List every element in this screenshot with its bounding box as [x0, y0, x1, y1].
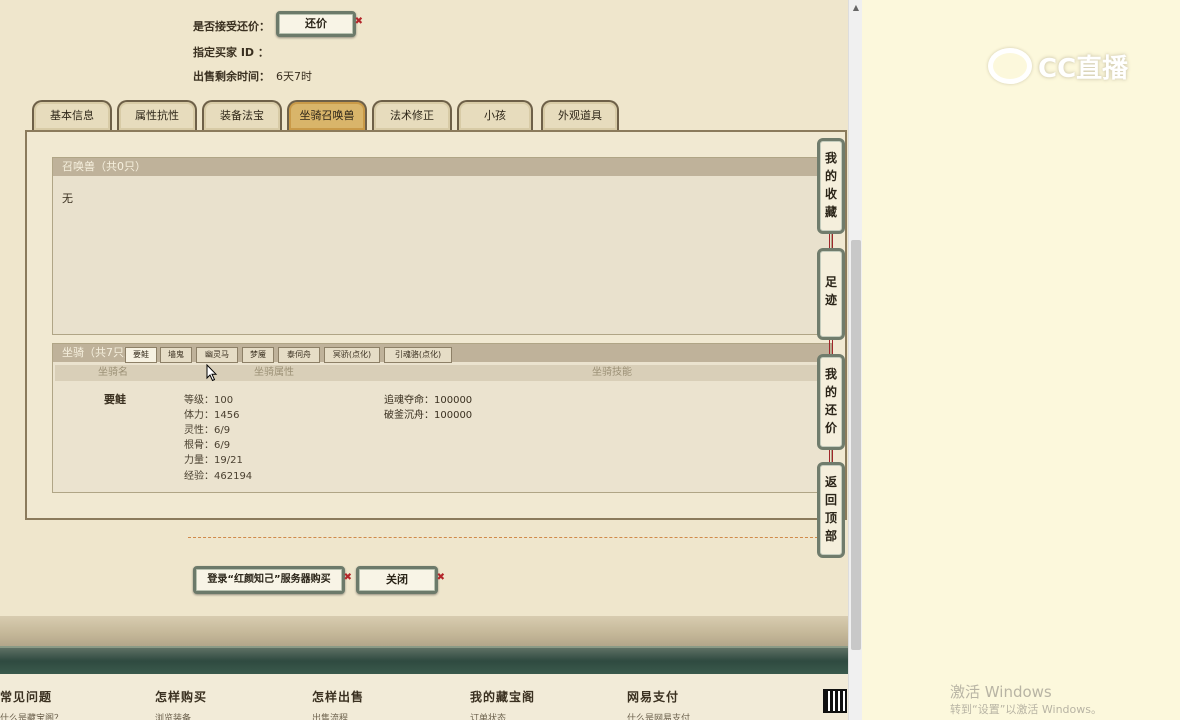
activate-windows-title: 激活 Windows	[950, 683, 1052, 701]
mouse-cursor-icon	[206, 364, 218, 382]
activate-windows-subtitle: 转到“设置”以激活 Windows。	[950, 703, 1102, 716]
tab-attributes[interactable]: 属性抗性	[117, 100, 197, 130]
mount-skill-1: 追魂夺命：100000	[384, 395, 473, 406]
summon-section	[52, 157, 832, 335]
footer-link-pay[interactable]: 什么是网易支付	[627, 711, 690, 720]
tab-children[interactable]: 小孩	[457, 100, 533, 130]
vertical-scrollbar[interactable]: ▲	[848, 0, 862, 720]
mount-tab-4[interactable]: 梦魇	[242, 347, 274, 363]
counteroffer-button[interactable]: 还价	[276, 11, 363, 37]
mount-attr-strength: 力量：19/21	[184, 455, 243, 466]
mount-tab-1[interactable]: 要鲑	[125, 347, 157, 363]
login-buy-button[interactable]: 登录“红颜知己”服务器购买	[193, 566, 352, 594]
footer-title-pay[interactable]: 网易支付	[627, 688, 679, 705]
mount-tab-3[interactable]: 幽灵马	[196, 347, 238, 363]
accept-counteroffer-row: 是否接受还价：	[193, 18, 270, 34]
footer	[0, 674, 848, 720]
footer-title-buy[interactable]: 怎样购买	[155, 688, 207, 705]
buyer-id-row: 指定买家 ID ：	[193, 44, 269, 60]
mount-skill-2: 破釜沉舟：100000	[384, 410, 473, 421]
cc-logo-text: CC直播	[1038, 54, 1129, 84]
mount-tab-6[interactable]: 冥骄(点化)	[324, 347, 380, 363]
mount-attr-spirit: 灵性：6/9	[184, 425, 231, 436]
footer-bar	[0, 646, 848, 674]
tab-mounts-summons[interactable]: 坐骑召唤兽	[287, 100, 367, 130]
qr-code-icon	[823, 689, 847, 713]
footer-link-faq[interactable]: 什么是藏宝阁？	[0, 711, 63, 720]
footer-link-sell[interactable]: 出售流程	[312, 711, 348, 720]
game-trade-page: 是否接受还价： 还价 指定买家 ID ： 出售剩余时间： 6天7时 基本信息 属性…	[0, 0, 848, 720]
column-mount-name: 坐骑名	[98, 367, 128, 378]
mount-attr-root: 根骨：6/9	[184, 440, 231, 451]
tab-equipment[interactable]: 装备法宝	[202, 100, 282, 130]
footer-title-faq[interactable]: 常见问题	[0, 688, 52, 705]
remaining-time-row: 出售剩余时间： 6天7时	[193, 68, 312, 84]
remaining-time-label: 出售剩余时间：	[193, 70, 270, 83]
scrollbar-thumb[interactable]	[851, 240, 861, 650]
scroll-up-arrow-icon[interactable]: ▲	[849, 2, 863, 14]
footer-link-buy[interactable]: 浏览装备	[155, 711, 191, 720]
side-button-my-favorites[interactable]: 我的收藏	[817, 138, 845, 234]
divider	[188, 537, 818, 538]
buyer-id-label: 指定买家 ID ：	[193, 46, 269, 59]
tab-appearance[interactable]: 外观道具	[541, 100, 619, 130]
tab-basic-info[interactable]: 基本信息	[32, 100, 112, 130]
mount-attr-level: 等级：100	[184, 395, 234, 406]
mount-tab-7[interactable]: 引魂骆(点化)	[384, 347, 452, 363]
side-button-my-favorites-label: 我的收藏	[824, 151, 837, 219]
side-button-back-to-top[interactable]: 返回顶部	[817, 462, 845, 558]
column-mount-attributes: 坐骑属性	[254, 367, 294, 378]
tab-spell-correction[interactable]: 法术修正	[372, 100, 452, 130]
mount-tab-5[interactable]: 泰伺舟	[278, 347, 320, 363]
footer-link-my-cbg[interactable]: 订单状态	[470, 711, 506, 720]
right-background	[862, 0, 1180, 720]
mount-name: 要鲑	[104, 393, 126, 406]
footer-title-sell[interactable]: 怎样出售	[312, 688, 364, 705]
side-connector	[829, 340, 833, 354]
footer-decoration	[0, 616, 848, 646]
mount-attr-stamina: 体力：1456	[184, 410, 240, 421]
side-button-back-to-top-label: 返回顶部	[824, 475, 837, 543]
mount-tab-2[interactable]: 墙鬼	[160, 347, 192, 363]
column-mount-skills: 坐骑技能	[592, 367, 632, 378]
mount-column-header-bar	[55, 365, 829, 381]
summon-header: 召唤兽（共0只）	[53, 158, 831, 176]
accept-counteroffer-label: 是否接受还价：	[193, 20, 270, 33]
footer-title-my-cbg[interactable]: 我的藏宝阁	[470, 688, 535, 705]
remaining-time-value: 6天7时	[276, 70, 312, 83]
side-button-footprints-label: 足迹	[824, 275, 837, 307]
close-button[interactable]: 关闭	[356, 566, 445, 594]
side-button-footprints[interactable]: 足迹	[817, 248, 845, 340]
mount-attr-exp: 经验：462194	[184, 471, 253, 482]
cc-logo-icon	[988, 48, 1032, 84]
side-connector	[829, 450, 833, 462]
side-button-my-counteroffers[interactable]: 我的还价	[817, 354, 845, 450]
summon-empty-text: 无	[62, 192, 73, 205]
side-button-my-counteroffers-label: 我的还价	[824, 367, 837, 435]
side-connector	[829, 234, 833, 248]
